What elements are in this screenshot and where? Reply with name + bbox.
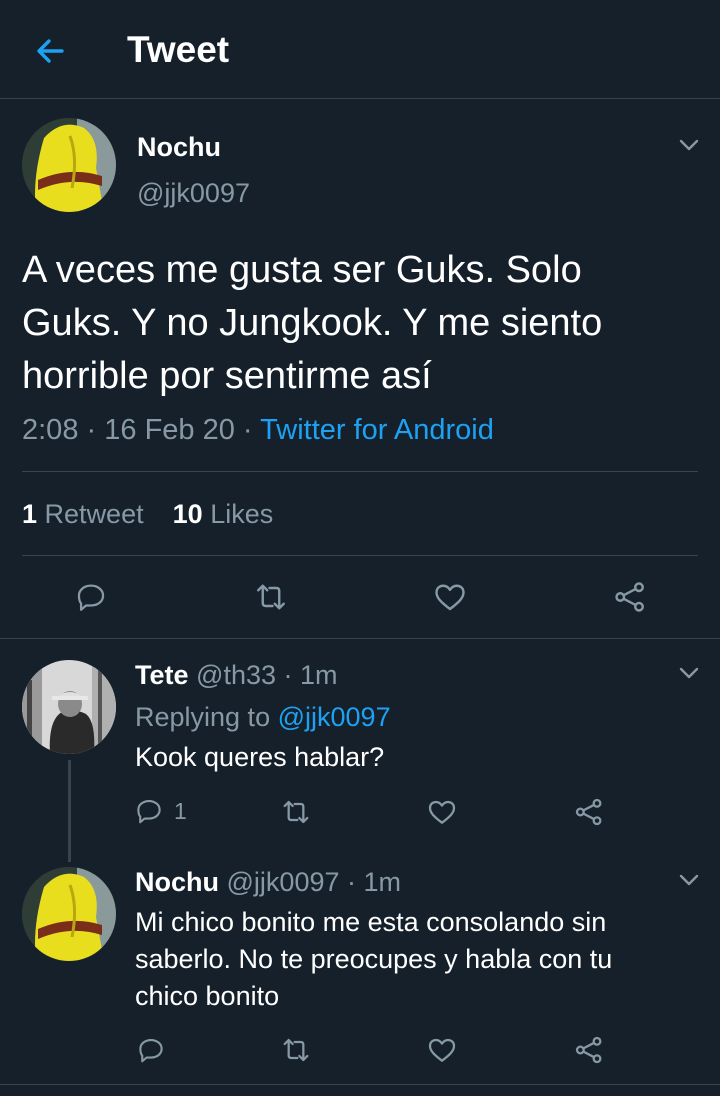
avatar[interactable]: [22, 660, 116, 754]
retweet-button[interactable]: [279, 795, 313, 829]
reply-count: 1: [174, 797, 187, 824]
tweet-stats: 1 Retweet 10 Likes: [22, 497, 273, 531]
share-button[interactable]: [572, 1033, 606, 1067]
retweet-button[interactable]: [252, 578, 290, 616]
chevron-down-icon: [679, 667, 699, 679]
retweet-icon: [283, 1038, 309, 1062]
author-handle[interactable]: @jjk0097: [227, 867, 340, 897]
reply-header: Nochu @jjk0097 · 1m: [135, 866, 401, 898]
thread-line: [68, 760, 71, 862]
share-button[interactable]: [572, 795, 606, 829]
time-separator: ·: [347, 867, 357, 897]
avatar[interactable]: [22, 867, 116, 961]
like-button[interactable]: [425, 795, 459, 829]
likes-count: 10: [172, 499, 203, 529]
like-button[interactable]: [431, 578, 469, 616]
replying-to-handle[interactable]: @jjk0097: [278, 702, 391, 732]
retweet-icon: [257, 584, 285, 610]
retweets-label: Retweet: [44, 499, 144, 529]
divider: [0, 1084, 720, 1085]
author-name[interactable]: Nochu: [137, 131, 221, 163]
retweets-stat[interactable]: 1 Retweet: [22, 499, 144, 529]
meta-separator: ·: [86, 414, 97, 446]
retweet-button[interactable]: [279, 1033, 313, 1067]
author-name[interactable]: Tete: [135, 660, 189, 690]
likes-stat[interactable]: 10 Likes: [173, 499, 274, 529]
reply-menu-button[interactable]: [678, 869, 700, 891]
likes-label: Likes: [210, 499, 274, 529]
author-handle[interactable]: @th33: [196, 660, 276, 690]
chevron-down-icon: [679, 139, 699, 151]
reply-text: Kook queres hablar?: [135, 742, 385, 772]
author-handle[interactable]: @jjk0097: [137, 177, 250, 209]
tweet-menu-button[interactable]: [678, 134, 700, 156]
like-icon: [435, 584, 465, 611]
like-button[interactable]: [425, 1033, 459, 1067]
like-icon: [428, 800, 456, 824]
share-icon: [575, 798, 602, 826]
chevron-down-icon: [679, 874, 699, 886]
reply-button[interactable]: 1: [134, 794, 187, 828]
tweet-time: 2:08: [22, 414, 79, 446]
retweet-icon: [283, 800, 309, 824]
reply-text: Mi chico bonito me esta consolando sin s…: [135, 907, 613, 1011]
replying-to: Replying to @jjk0097: [135, 701, 391, 733]
share-icon: [615, 582, 644, 612]
author-name[interactable]: Nochu: [135, 867, 219, 897]
tweet-time: 1m: [300, 660, 338, 690]
reply-header: Tete @th33 · 1m: [135, 659, 338, 691]
time-separator: ·: [283, 660, 293, 690]
share-icon: [575, 1036, 602, 1064]
reply-icon: [137, 799, 161, 824]
back-arrow-icon: [37, 39, 64, 63]
tweet-time: 1m: [363, 867, 402, 897]
top-bar: Tweet: [0, 0, 720, 99]
avatar-image: [22, 118, 116, 212]
reply-button[interactable]: [134, 1033, 168, 1067]
replying-to-label: Replying to: [135, 702, 271, 732]
tweet-meta: 2:08 · 16 Feb 20 · Twitter for Android: [22, 412, 494, 448]
divider: [22, 471, 698, 472]
avatar-image: [22, 660, 116, 754]
reply-icon: [139, 1038, 163, 1063]
page-title: Tweet: [127, 29, 230, 70]
meta-separator: ·: [242, 414, 253, 446]
tweet-text: A veces me gusta ser Guks. Solo Guks. Y …: [22, 249, 603, 397]
tweet-date: 16 Feb 20: [104, 414, 235, 446]
like-icon: [428, 1038, 456, 1062]
reply-button[interactable]: [72, 578, 110, 616]
retweets-count: 1: [22, 499, 38, 529]
avatar[interactable]: [22, 118, 116, 212]
tweet-source-link[interactable]: Twitter for Android: [260, 414, 494, 446]
divider: [22, 555, 698, 556]
reply-icon: [77, 584, 105, 611]
avatar-image: [22, 867, 116, 961]
back-button[interactable]: [30, 32, 70, 72]
reply-menu-button[interactable]: [678, 662, 700, 684]
share-button[interactable]: [611, 578, 649, 616]
divider: [0, 638, 720, 639]
